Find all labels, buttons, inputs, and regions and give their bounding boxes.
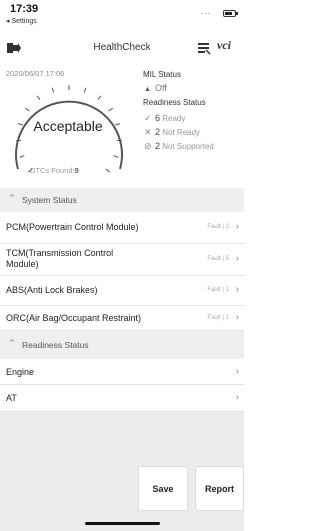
readiness-status-title: Readiness Status	[143, 98, 206, 107]
report-button[interactable]: Report	[195, 466, 244, 511]
dtc-label: DTCs Found:	[30, 166, 75, 175]
system-item-label: TCM(Transmission Control Module)	[6, 248, 114, 269]
system-status-header[interactable]: ⌃ System Status	[0, 188, 244, 212]
cross-icon: ✕	[144, 127, 152, 137]
readiness-item-at[interactable]: AT ›	[0, 385, 244, 412]
gauge-tick	[108, 107, 114, 112]
readiness-item-engine[interactable]: Engine ›	[0, 359, 244, 385]
not-ready-count: 2	[155, 127, 161, 137]
nav-bar: HealthCheck vci	[0, 33, 244, 63]
system-item-label: ABS(Anti Lock Brakes)	[6, 285, 98, 295]
gauge-tick	[36, 95, 41, 101]
fault-count: Fault | 2	[207, 224, 229, 230]
list-icon[interactable]	[197, 41, 211, 55]
battery-icon	[223, 10, 236, 17]
chevron-right-icon: ›	[235, 312, 239, 323]
gauge-tick	[83, 87, 87, 93]
ready-status: ✓ 6 Ready	[144, 113, 185, 124]
gauge-tick	[97, 95, 102, 101]
readiness-item-label: Engine	[6, 367, 35, 377]
ready-label: Ready	[162, 114, 186, 123]
clock: 17:39	[10, 3, 39, 15]
battery-tip	[236, 12, 238, 15]
chevron-right-icon: ›	[235, 221, 239, 232]
system-item-abs[interactable]: ABS(Anti Lock Brakes) Fault | 1 ›	[0, 276, 244, 306]
not-supported-label: Not Supported	[162, 142, 214, 151]
chevron-right-icon: ›	[235, 392, 239, 403]
chevron-up-icon: ⌃	[8, 338, 16, 348]
gauge-tick	[51, 87, 55, 93]
health-summary: 2020/06/07 17:06 Acceptable DTCs Found:9…	[0, 63, 244, 186]
prohibited-icon: ⊘	[144, 141, 152, 151]
system-item-orc[interactable]: ORC(Air Bag/Occupant Restraint) Fault | …	[0, 306, 244, 331]
not-supported-count: 2	[155, 141, 161, 151]
system-item-label: PCM(Powertrain Control Module)	[6, 222, 139, 232]
gauge-tick	[19, 155, 25, 158]
gauge-tick	[113, 155, 119, 158]
system-item-tcm[interactable]: TCM(Transmission Control Module) Fault |…	[0, 244, 244, 276]
signal-icon: ...	[201, 7, 211, 16]
back-to-settings-link[interactable]: ◂ Settings	[6, 17, 37, 25]
save-button[interactable]: Save	[138, 466, 188, 511]
dtc-count: DTCs Found:9	[30, 166, 79, 175]
readiness-status-header[interactable]: ⌃ Readiness Status	[0, 331, 244, 359]
chevron-right-icon: ›	[235, 253, 239, 264]
dtc-value: 9	[74, 166, 79, 175]
mil-status-title: MIL Status	[143, 70, 181, 79]
chevron-right-icon: ›	[235, 284, 239, 295]
health-result: Acceptable	[33, 118, 103, 134]
system-item-pcm[interactable]: PCM(Powertrain Control Module) Fault | 2…	[0, 212, 244, 244]
check-icon: ✓	[144, 113, 152, 123]
fault-count: Fault | 5	[207, 256, 229, 262]
chevron-up-icon: ⌃	[8, 193, 16, 203]
not-ready-label: Not Ready	[162, 128, 201, 137]
fault-count: Fault | 1	[207, 315, 229, 321]
engine-icon: ▲	[144, 86, 151, 93]
gauge-tick	[105, 168, 110, 173]
vci-icon[interactable]: vci	[217, 38, 231, 53]
mil-status: ▲ Off	[144, 83, 167, 93]
chevron-right-icon: ›	[235, 366, 239, 377]
readiness-status-title: Readiness Status	[22, 340, 89, 350]
mil-value: Off	[155, 83, 167, 93]
gauge-tick	[24, 107, 30, 112]
system-status-title: System Status	[22, 195, 77, 205]
readiness-item-label: AT	[6, 393, 17, 403]
action-bar: Save Report	[0, 460, 244, 531]
not-supported-status: ⊘ 2 Not Supported	[144, 141, 214, 152]
scan-date: 2020/06/07 17:06	[6, 69, 65, 78]
not-ready-status: ✕ 2 Not Ready	[144, 127, 200, 138]
home-indicator[interactable]	[85, 522, 160, 525]
ready-count: 6	[155, 113, 161, 123]
system-item-label: ORC(Air Bag/Occupant Restraint)	[6, 313, 142, 323]
fault-count: Fault | 1	[207, 287, 229, 293]
status-bar: 17:39 ◂ Settings ...	[0, 0, 244, 32]
